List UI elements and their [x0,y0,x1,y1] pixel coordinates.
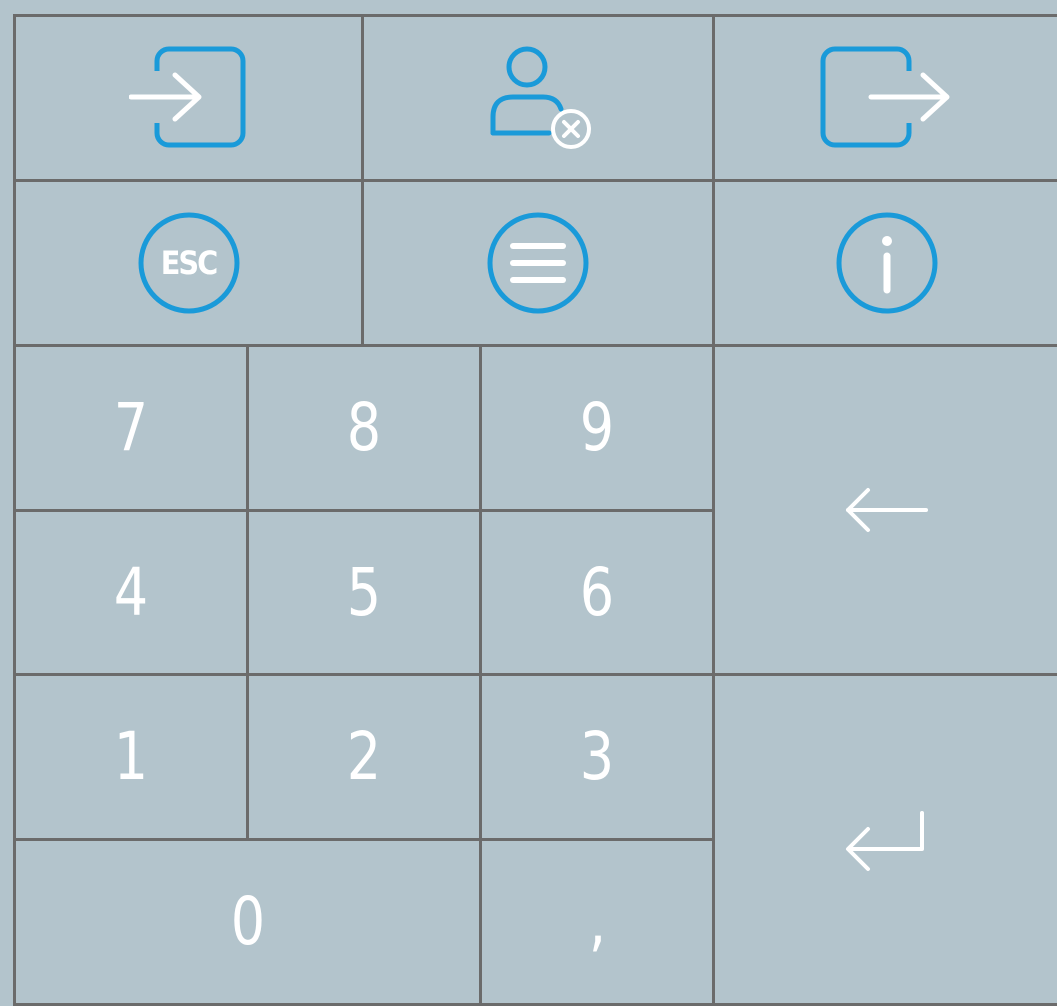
key-comma-label: , [588,883,606,960]
menu-button[interactable] [361,179,715,347]
login-icon [128,43,249,153]
key-3-label: 3 [579,718,615,795]
key-5[interactable]: 5 [246,509,482,676]
escape-button[interactable]: ESC [13,179,364,347]
key-2-label: 2 [346,718,382,795]
enter-button[interactable] [712,673,1057,1006]
key-0-label: 0 [230,883,265,960]
key-1[interactable]: 1 [13,673,249,841]
key-0[interactable]: 0 [13,838,482,1006]
user-remove-button[interactable] [361,14,715,182]
key-6[interactable]: 6 [479,509,715,676]
numeric-keypad: ESC 7 8 9 4 5 6 1 2 3 0 , [0,0,1057,1006]
escape-label: ESC [160,244,219,282]
escape-icon: ESC [136,210,242,316]
key-3[interactable]: 3 [479,673,715,841]
logout-button[interactable] [712,14,1057,182]
key-7-label: 7 [113,389,149,466]
key-9-label: 9 [579,389,615,466]
key-8[interactable]: 8 [246,344,482,512]
key-comma[interactable]: , [479,838,715,1006]
key-7[interactable]: 7 [13,344,249,512]
key-2[interactable]: 2 [246,673,482,841]
login-button[interactable] [13,14,364,182]
backspace-button[interactable] [712,344,1057,676]
key-6-label: 6 [579,553,615,631]
key-9[interactable]: 9 [479,344,715,512]
enter-return-icon [842,807,932,873]
key-4-label: 4 [113,553,149,631]
user-remove-icon [483,43,593,153]
logout-icon [817,43,957,153]
info-button[interactable] [712,179,1057,347]
key-5-label: 5 [346,553,382,631]
key-1-label: 1 [113,718,149,795]
key-8-label: 8 [346,389,382,466]
menu-icon [485,210,591,316]
backspace-arrow-icon [842,485,932,535]
key-4[interactable]: 4 [13,509,249,676]
info-icon [834,210,940,316]
